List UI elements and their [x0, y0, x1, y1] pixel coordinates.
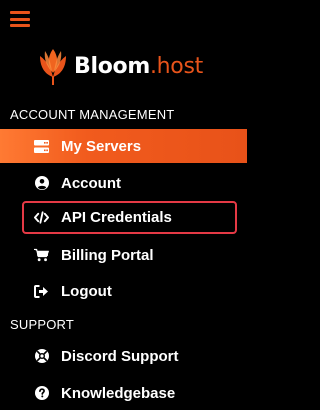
- question-circle-icon: [34, 386, 49, 401]
- logout-icon: [34, 284, 49, 299]
- user-circle-icon: [34, 176, 49, 191]
- tulip-logo-icon: [40, 49, 66, 85]
- lifebuoy-icon: [34, 349, 49, 364]
- nav-label-account: Account: [61, 174, 121, 192]
- nav-label-api-credentials: API Credentials: [61, 208, 172, 226]
- nav-label-discord-support: Discord Support: [61, 347, 179, 365]
- shopping-cart-icon: [34, 248, 49, 263]
- nav-label-logout: Logout: [61, 282, 112, 300]
- nav-item-billing-portal[interactable]: Billing Portal: [0, 238, 247, 272]
- menu-toggle-icon[interactable]: [10, 11, 30, 27]
- nav-label-my-servers: My Servers: [61, 137, 142, 155]
- brand-name: Bloom.host: [74, 54, 203, 79]
- nav-label-knowledgebase: Knowledgebase: [61, 384, 176, 402]
- brand-name-text: Bloom: [74, 53, 150, 79]
- nav-item-knowledgebase[interactable]: Knowledgebase: [0, 376, 247, 410]
- nav-item-discord-support[interactable]: Discord Support: [0, 339, 247, 373]
- section-label-support: SUPPORT: [10, 317, 75, 332]
- nav-label-billing-portal: Billing Portal: [61, 246, 154, 264]
- nav-item-account[interactable]: Account: [0, 166, 247, 200]
- code-icon: [34, 210, 49, 225]
- nav-item-my-servers[interactable]: My Servers: [0, 129, 247, 163]
- brand-logo[interactable]: Bloom.host: [36, 46, 203, 86]
- brand-tld: .host: [149, 53, 203, 79]
- nav-item-api-credentials[interactable]: API Credentials: [0, 200, 247, 234]
- server-icon: [34, 139, 49, 154]
- nav-item-logout[interactable]: Logout: [0, 274, 247, 308]
- section-label-account-management: ACCOUNT MANAGEMENT: [10, 107, 175, 122]
